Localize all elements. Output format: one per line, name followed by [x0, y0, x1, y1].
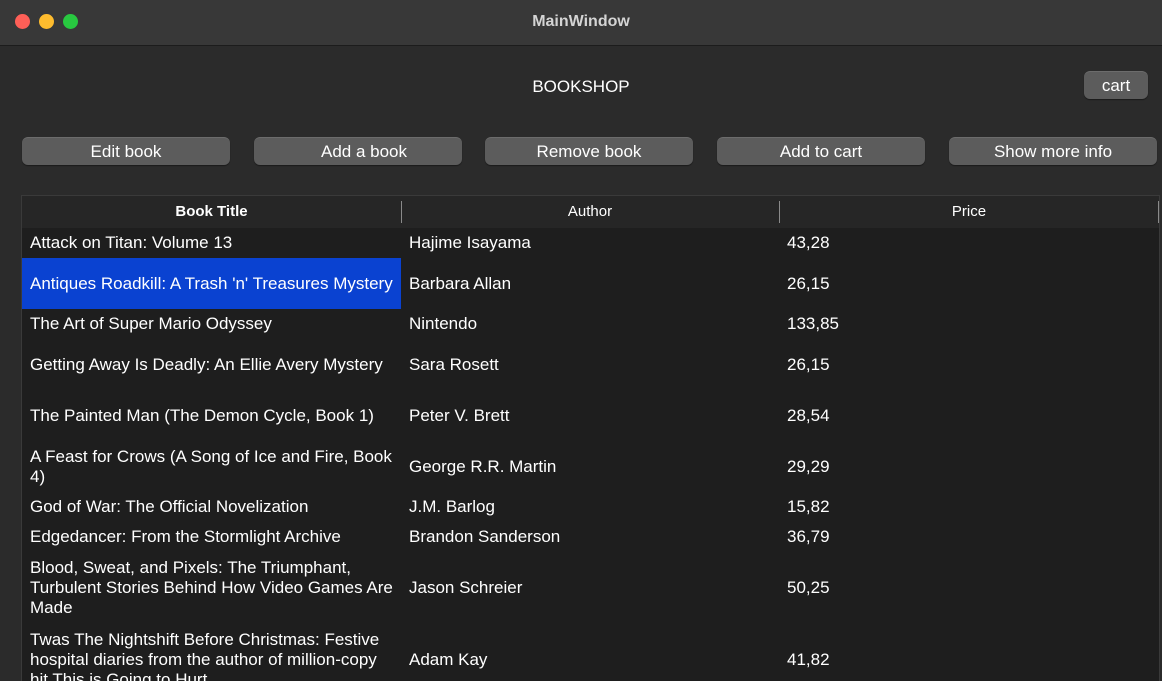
author-cell: J.M. Barlog: [409, 497, 495, 516]
author-cell: Brandon Sanderson: [409, 527, 561, 546]
author-cell: Peter V. Brett: [409, 405, 510, 425]
table-row[interactable]: Blood, Sweat, and Pixels: The Triumphant…: [22, 552, 1159, 624]
price-cell: 36,79: [787, 527, 830, 546]
author-cell: Adam Kay: [409, 650, 488, 669]
remove-book-button[interactable]: Remove book: [485, 137, 693, 165]
price-cell: 50,25: [787, 578, 830, 597]
cart-button[interactable]: cart: [1084, 71, 1148, 99]
price-cell: 28,54: [787, 405, 830, 425]
book-title-cell: Twas The Nightshift Before Christmas: Fe…: [30, 630, 380, 681]
book-title-cell: Edgedancer: From the Stormlight Archive: [30, 527, 341, 546]
books-table[interactable]: Book Title Author Price Attack on Titan:…: [21, 195, 1160, 681]
table-body: Attack on Titan: Volume 13 Hajime Isayam…: [22, 228, 1159, 681]
table-row[interactable]: Getting Away Is Deadly: An Ellie Avery M…: [22, 339, 1159, 390]
book-title-cell: The Painted Man (The Demon Cycle, Book 1…: [30, 405, 374, 425]
author-cell: Jason Schreier: [409, 578, 523, 597]
price-cell: 43,28: [787, 233, 830, 252]
table-row[interactable]: Attack on Titan: Volume 13 Hajime Isayam…: [22, 228, 1159, 258]
price-cell: 26,15: [787, 354, 830, 374]
author-cell: Hajime Isayama: [409, 233, 531, 252]
book-title-cell: Antiques Roadkill: A Trash 'n' Treasures…: [22, 258, 401, 309]
title-bar: MainWindow: [0, 0, 1162, 46]
book-title-cell: Blood, Sweat, and Pixels: The Triumphant…: [30, 558, 393, 617]
book-title-cell: A Feast for Crows (A Song of Ice and Fir…: [30, 446, 392, 486]
add-book-button[interactable]: Add a book: [254, 137, 462, 165]
table-header: Book Title Author Price: [22, 196, 1159, 228]
column-divider[interactable]: [1158, 201, 1159, 223]
show-more-info-button[interactable]: Show more info: [949, 137, 1157, 165]
page-title: BOOKSHOP: [532, 77, 630, 96]
author-cell: Nintendo: [409, 314, 478, 333]
window-title: MainWindow: [532, 13, 630, 30]
table-row[interactable]: The Art of Super Mario Odyssey Nintendo …: [22, 309, 1159, 339]
edit-book-button[interactable]: Edit book: [22, 137, 230, 165]
book-title-cell: Attack on Titan: Volume 13: [30, 233, 233, 252]
table-row[interactable]: Edgedancer: From the Stormlight Archive …: [22, 522, 1159, 552]
table-row[interactable]: The Painted Man (The Demon Cycle, Book 1…: [22, 390, 1159, 441]
table-row[interactable]: God of War: The Official Novelization J.…: [22, 492, 1159, 522]
author-cell: Sara Rosett: [409, 354, 499, 374]
book-title-cell: The Art of Super Mario Odyssey: [30, 314, 272, 333]
author-cell: Barbara Allan: [409, 273, 512, 293]
table-row-selected[interactable]: Antiques Roadkill: A Trash 'n' Treasures…: [22, 258, 1159, 309]
price-cell: 41,82: [787, 650, 830, 669]
column-header-title[interactable]: Book Title: [22, 196, 401, 228]
table-row[interactable]: A Feast for Crows (A Song of Ice and Fir…: [22, 441, 1159, 492]
author-cell: George R.R. Martin: [409, 456, 557, 476]
price-cell: 15,82: [787, 497, 830, 516]
column-header-price[interactable]: Price: [779, 196, 1159, 228]
book-title-cell: God of War: The Official Novelization: [30, 497, 309, 516]
price-cell: 133,85: [787, 314, 839, 333]
table-row[interactable]: Twas The Nightshift Before Christmas: Fe…: [22, 624, 1159, 681]
add-to-cart-button[interactable]: Add to cart: [717, 137, 925, 165]
price-cell: 26,15: [787, 273, 830, 293]
price-cell: 29,29: [787, 456, 830, 476]
book-title-cell: Getting Away Is Deadly: An Ellie Avery M…: [30, 354, 383, 374]
column-header-author[interactable]: Author: [401, 196, 779, 228]
